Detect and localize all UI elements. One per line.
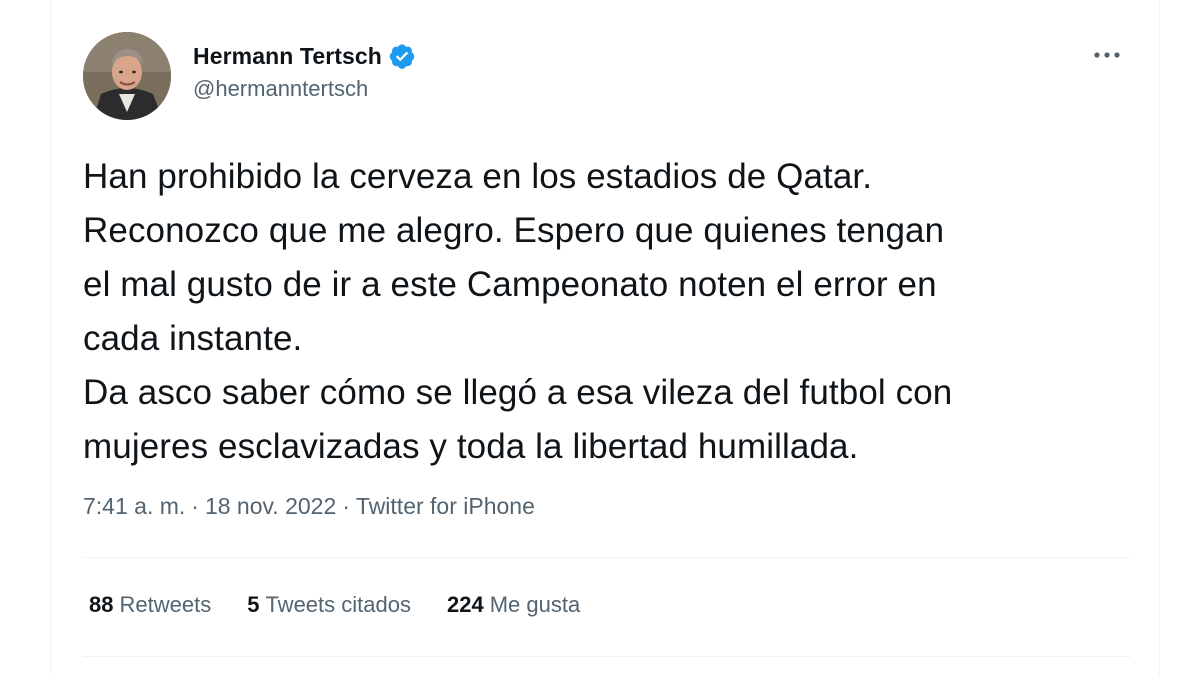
tweet-source-link[interactable]: Twitter for iPhone [356, 493, 535, 520]
avatar[interactable] [83, 32, 171, 120]
quotes-label: Tweets citados [265, 592, 411, 617]
tweet-card: Hermann Tertsch @hermanntertsch Han proh… [50, 0, 1160, 675]
tweet-date-link[interactable]: 18 nov. 2022 [205, 493, 336, 520]
retweets-label: Retweets [119, 592, 212, 617]
author-handle[interactable]: @hermanntertsch [193, 76, 416, 102]
meta-separator: · [342, 493, 350, 519]
quote-tweets-stat[interactable]: 5 Tweets citados [247, 592, 411, 618]
tweet-time-link[interactable]: 7:41 a. m. [83, 493, 185, 520]
likes-stat[interactable]: 224 Me gusta [447, 592, 580, 618]
verified-badge-icon [388, 42, 416, 70]
more-options-button[interactable] [1089, 40, 1125, 70]
name-row: Hermann Tertsch [193, 40, 416, 72]
divider [83, 656, 1131, 657]
more-horizontal-icon [1094, 52, 1120, 58]
engagement-stats: 88 Retweets 5 Tweets citados 224 Me gust… [89, 592, 616, 618]
likes-count: 224 [446, 592, 484, 617]
tweet-metadata: 7:41 a. m. · 18 nov. 2022 · Twitter for … [83, 493, 535, 520]
likes-label: Me gusta [489, 592, 581, 617]
avatar-photo [83, 32, 171, 120]
page: Hermann Tertsch @hermanntertsch Han proh… [0, 0, 1200, 675]
retweets-count: 88 [89, 592, 114, 617]
retweets-stat[interactable]: 88 Retweets [89, 592, 211, 618]
meta-separator: · [191, 493, 199, 519]
display-name[interactable]: Hermann Tertsch [193, 43, 382, 70]
divider [83, 557, 1131, 558]
author-block: Hermann Tertsch @hermanntertsch [193, 40, 416, 102]
tweet-text: Han prohibido la cerveza en los estadios… [83, 157, 953, 466]
quotes-count: 5 [247, 592, 260, 617]
